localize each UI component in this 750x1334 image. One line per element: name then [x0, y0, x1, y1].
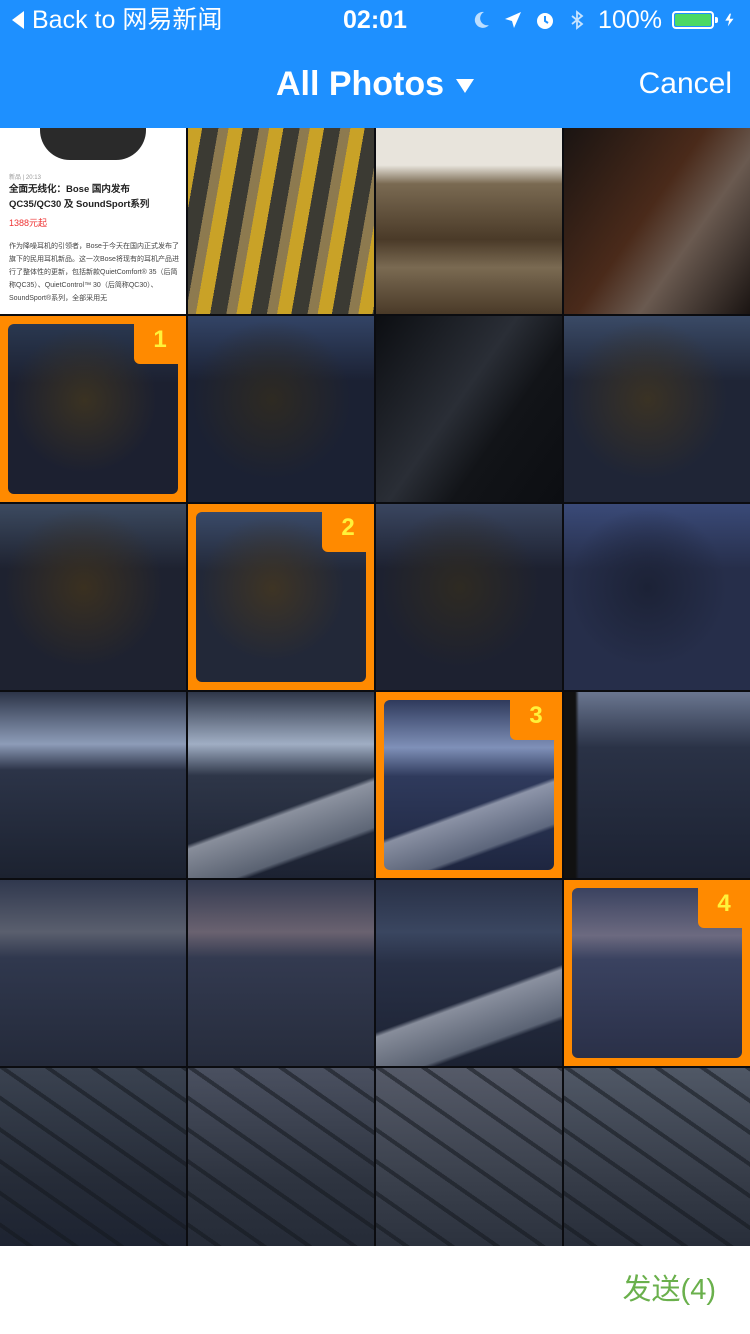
album-title: All Photos: [275, 64, 445, 103]
location-arrow-icon: [505, 12, 522, 28]
article-body: 作为降噪耳机的引领者，Bose于今天在国内正式发布了旗下的民用耳机新品。这一次B…: [9, 243, 179, 302]
photo-thumbnail[interactable]: [376, 1068, 562, 1246]
charging-bolt-icon: [725, 13, 734, 27]
photo-thumbnail[interactable]: [376, 880, 562, 1066]
photo-thumbnail[interactable]: [188, 1068, 374, 1246]
photo-thumbnail[interactable]: [564, 504, 750, 690]
alarm-icon: [537, 13, 554, 29]
battery-level-fill: [675, 14, 711, 26]
photo-thumbnail[interactable]: [376, 504, 562, 690]
article-photo: [40, 128, 146, 160]
photo-thumbnail[interactable]: [376, 128, 562, 314]
selection-order-badge: 1: [134, 316, 186, 364]
photo-thumbnail[interactable]: [564, 316, 750, 502]
photo-thumbnail[interactable]: [564, 128, 750, 314]
top-header: Back to 网易新闻 02:01 100% All Photos Cance…: [0, 0, 750, 128]
nav-bar: All Photos Cancel: [0, 40, 750, 128]
photo-thumbnail[interactable]: [376, 316, 562, 502]
send-button[interactable]: 发送(4): [623, 1246, 716, 1334]
photo-thumbnail[interactable]: [188, 692, 374, 878]
photo-thumbnail[interactable]: 3: [376, 692, 562, 878]
photo-thumbnail[interactable]: [0, 692, 186, 878]
cancel-button[interactable]: Cancel: [639, 40, 732, 128]
article-price: 1388元起: [9, 218, 48, 228]
album-picker[interactable]: All Photos: [0, 40, 750, 128]
photo-thumbnail[interactable]: [188, 316, 374, 502]
article-screenshot: 新品 | 20:13 全面无线化：Bose 国内发布 QC35/QC30 及 So…: [0, 128, 186, 304]
selection-order-badge: 3: [510, 692, 562, 740]
photo-thumbnail[interactable]: [564, 692, 750, 878]
status-bar: Back to 网易新闻 02:01 100%: [0, 0, 750, 40]
battery-percent: 100%: [598, 6, 662, 34]
photo-thumbnail[interactable]: 新品 | 20:13 全面无线化：Bose 国内发布 QC35/QC30 及 So…: [0, 128, 186, 314]
photo-thumbnail[interactable]: 4: [564, 880, 750, 1066]
dropdown-triangle-icon: [456, 79, 475, 93]
photo-grid: 新品 | 20:13 全面无线化：Bose 国内发布 QC35/QC30 及 So…: [0, 128, 750, 1246]
photo-thumbnail[interactable]: 2: [188, 504, 374, 690]
photo-thumbnail[interactable]: 1: [0, 316, 186, 502]
battery-icon: [672, 11, 718, 29]
article-meta: 新品 | 20:13: [9, 175, 41, 181]
article-title: 全面无线化：Bose 国内发布 QC35/QC30 及 SoundSport系列: [9, 184, 150, 210]
photo-thumbnail[interactable]: [0, 504, 186, 690]
selection-order-badge: 4: [698, 880, 750, 928]
bluetooth-icon: [571, 10, 584, 30]
bottom-toolbar: 发送(4): [0, 1246, 750, 1334]
status-indicators: 100%: [470, 0, 738, 40]
moon-icon: [474, 11, 490, 28]
photo-thumbnail[interactable]: [0, 880, 186, 1066]
photo-thumbnail[interactable]: [0, 1068, 186, 1246]
photo-thumbnail[interactable]: [564, 1068, 750, 1246]
photo-thumbnail[interactable]: [188, 880, 374, 1066]
selection-order-badge: 2: [322, 504, 374, 552]
photo-thumbnail[interactable]: [188, 128, 374, 314]
